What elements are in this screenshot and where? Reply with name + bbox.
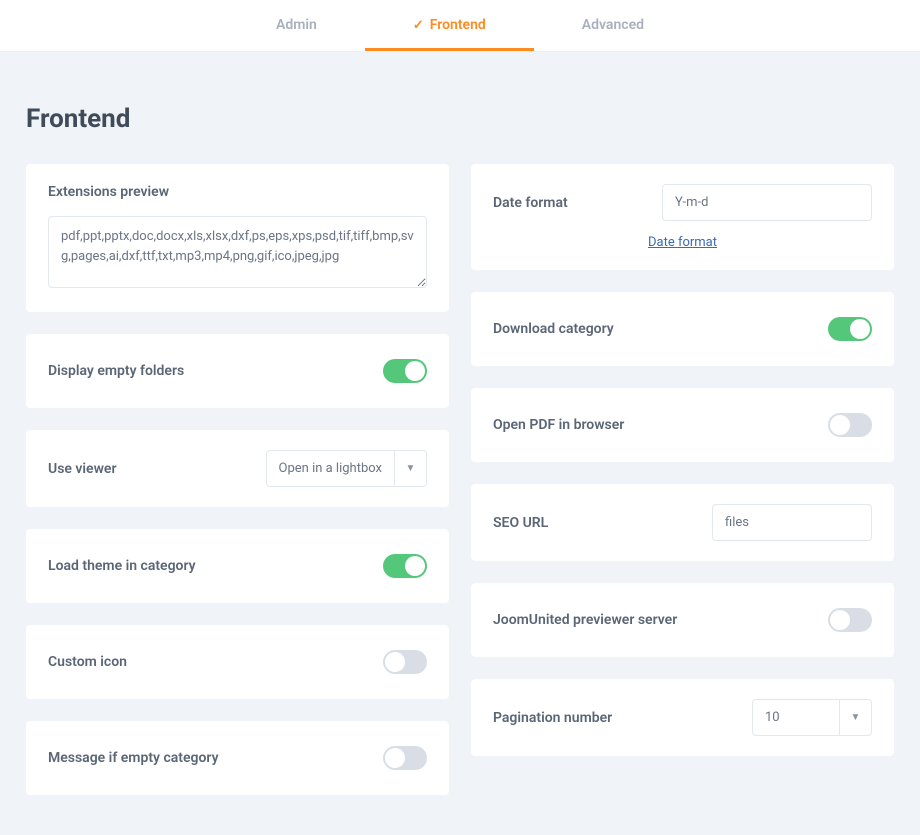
joomunited-label: JoomUnited previewer server bbox=[493, 612, 677, 628]
extensions-preview-label: Extensions preview bbox=[48, 184, 427, 200]
date-format-link[interactable]: Date format bbox=[493, 235, 872, 250]
chevron-down-icon: ▼ bbox=[839, 700, 871, 735]
chevron-down-icon: ▼ bbox=[394, 451, 426, 486]
load-theme-label: Load theme in category bbox=[48, 558, 196, 574]
open-pdf-toggle[interactable] bbox=[828, 413, 872, 437]
card-date-format: Date format Date format bbox=[471, 164, 894, 270]
tab-frontend[interactable]: ✓ Frontend bbox=[365, 0, 534, 51]
display-empty-folders-label: Display empty folders bbox=[48, 363, 184, 379]
use-viewer-select[interactable]: Open in a lightbox ▼ bbox=[266, 450, 427, 487]
card-open-pdf: Open PDF in browser bbox=[471, 388, 894, 462]
download-category-toggle[interactable] bbox=[828, 317, 872, 341]
tab-admin-label: Admin bbox=[276, 17, 317, 33]
pagination-select[interactable]: 10 ▼ bbox=[752, 699, 872, 736]
card-pagination: Pagination number 10 ▼ bbox=[471, 679, 894, 756]
card-custom-icon: Custom icon bbox=[26, 625, 449, 699]
custom-icon-toggle[interactable] bbox=[383, 650, 427, 674]
seo-url-label: SEO URL bbox=[493, 515, 548, 531]
extensions-preview-input[interactable] bbox=[48, 216, 427, 288]
tab-advanced-label: Advanced bbox=[582, 17, 644, 33]
check-icon: ✓ bbox=[413, 19, 424, 32]
card-seo-url: SEO URL bbox=[471, 484, 894, 561]
use-viewer-value: Open in a lightbox bbox=[267, 451, 394, 486]
tab-admin[interactable]: Admin bbox=[228, 0, 365, 51]
load-theme-toggle[interactable] bbox=[383, 554, 427, 578]
custom-icon-label: Custom icon bbox=[48, 654, 127, 670]
message-empty-label: Message if empty category bbox=[48, 750, 219, 766]
date-format-input[interactable] bbox=[662, 184, 872, 221]
message-empty-toggle[interactable] bbox=[383, 746, 427, 770]
card-load-theme: Load theme in category bbox=[26, 529, 449, 603]
tab-frontend-label: Frontend bbox=[430, 17, 486, 33]
card-joomunited: JoomUnited previewer server bbox=[471, 583, 894, 657]
pagination-label: Pagination number bbox=[493, 710, 612, 726]
card-message-empty: Message if empty category bbox=[26, 721, 449, 795]
page-title: Frontend bbox=[26, 104, 894, 134]
right-column: Date format Date format Download categor… bbox=[471, 164, 894, 795]
download-category-label: Download category bbox=[493, 321, 614, 337]
display-empty-folders-toggle[interactable] bbox=[383, 359, 427, 383]
date-format-label: Date format bbox=[493, 195, 568, 211]
seo-url-input[interactable] bbox=[712, 504, 872, 541]
card-extensions-preview: Extensions preview bbox=[26, 164, 449, 312]
page-body: Frontend Extensions preview Display empt… bbox=[0, 52, 920, 835]
use-viewer-label: Use viewer bbox=[48, 461, 117, 477]
left-column: Extensions preview Display empty folders… bbox=[26, 164, 449, 795]
card-display-empty-folders: Display empty folders bbox=[26, 334, 449, 408]
tab-advanced[interactable]: Advanced bbox=[534, 0, 692, 51]
joomunited-toggle[interactable] bbox=[828, 608, 872, 632]
pagination-value: 10 bbox=[753, 700, 839, 735]
card-download-category: Download category bbox=[471, 292, 894, 366]
tab-bar: Admin ✓ Frontend Advanced bbox=[0, 0, 920, 52]
settings-grid: Extensions preview Display empty folders… bbox=[26, 164, 894, 795]
card-use-viewer: Use viewer Open in a lightbox ▼ bbox=[26, 430, 449, 507]
open-pdf-label: Open PDF in browser bbox=[493, 417, 624, 433]
